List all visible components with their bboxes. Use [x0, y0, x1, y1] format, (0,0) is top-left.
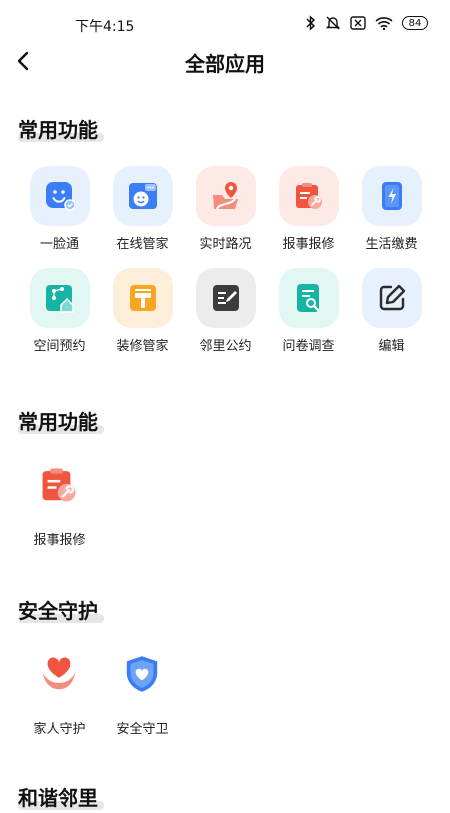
bluetooth-icon — [306, 15, 316, 31]
app-tile-security-shield[interactable]: 安全守卫 — [101, 651, 184, 737]
app-tile-repair[interactable]: 报事报修 — [267, 166, 350, 252]
edit-icon — [379, 284, 406, 311]
bill-payment-icon — [382, 182, 402, 210]
online-butler-icon — [129, 183, 157, 209]
app-tile-neighbor-pact[interactable]: 邻里公约 — [184, 268, 267, 354]
battery-indicator: 84 — [402, 16, 428, 30]
app-tile-face-id[interactable]: 一脸通 — [18, 166, 101, 252]
renovation-icon — [130, 285, 156, 311]
status-time: 下午4:15 — [75, 19, 135, 35]
mute-bell-icon — [325, 16, 341, 30]
page-title: 全部应用 — [185, 52, 265, 76]
app-grid: 一脸通 在线管家 实时路况 报事报修 生活缴费 空间预约 装修管家 邻里公约 问… — [18, 166, 433, 354]
app-tile-online-butler[interactable]: 在线管家 — [101, 166, 184, 252]
family-guard-icon — [42, 657, 76, 690]
app-tile-traffic[interactable]: 实时路况 — [184, 166, 267, 252]
app-tile-bill[interactable]: 生活缴费 — [350, 166, 433, 252]
section-title: 和谐邻里 — [18, 786, 98, 810]
status-icons: 84 — [306, 15, 428, 31]
security-shield-icon — [126, 656, 158, 692]
sim-off-icon — [350, 16, 366, 30]
survey-icon — [297, 284, 320, 312]
app-tile-space-booking[interactable]: 空间预约 — [18, 268, 101, 354]
face-id-icon — [46, 182, 75, 211]
space-booking-icon — [46, 285, 74, 313]
traffic-map-icon — [213, 182, 238, 210]
app-tile-survey[interactable]: 问卷调查 — [267, 268, 350, 354]
app-tile-renovation[interactable]: 装修管家 — [101, 268, 184, 354]
app-grid: 报事报修 — [18, 462, 433, 548]
app-tile-repair[interactable]: 报事报修 — [18, 462, 101, 548]
neighbor-pact-icon — [213, 285, 239, 311]
app-grid: 家人守护 安全守卫 — [18, 651, 433, 737]
nav-bar: 全部应用 — [0, 38, 450, 84]
section-title: 安全守护 — [18, 599, 98, 623]
section-title: 常用功能 — [18, 118, 98, 142]
repair-report-icon — [296, 183, 322, 209]
repair-report-icon — [42, 468, 76, 502]
wifi-icon — [375, 17, 393, 30]
section-title: 常用功能 — [18, 410, 98, 434]
app-tile-family-guard[interactable]: 家人守护 — [18, 651, 101, 737]
app-tile-edit[interactable]: 编辑 — [350, 268, 433, 354]
